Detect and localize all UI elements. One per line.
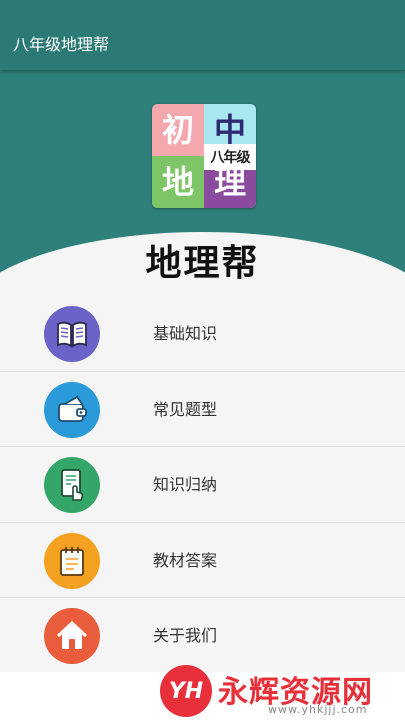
wallet-icon: [44, 381, 100, 438]
watermark-url: www.yhkjjj.com: [268, 703, 368, 716]
menu-label: 关于我们: [153, 626, 218, 645]
menu-item-summary[interactable]: 知识归纳: [0, 447, 405, 523]
logo-char-1: 初: [152, 104, 204, 156]
menu-item-question-types[interactable]: 常见题型: [0, 371, 405, 447]
logo-char-3: 地: [152, 156, 204, 208]
menu-item-answers[interactable]: 教材答案: [0, 522, 405, 598]
menu-label: 基础知识: [153, 324, 218, 343]
logo-grade: 八年级: [204, 144, 256, 170]
menu-label: 教材答案: [153, 550, 218, 570]
book-icon: [44, 306, 100, 362]
home-icon: [44, 608, 100, 664]
tap-document-icon: [44, 457, 100, 513]
watermark: YH 永辉资源网 www.yhkjjj.com: [160, 665, 400, 717]
menu-item-basics[interactable]: 基础知识: [0, 296, 405, 372]
main-menu: 基础知识 常见题型 知识归纳 教材答案 关于我们: [0, 296, 405, 674]
app-bar: 八年级地理帮: [0, 0, 405, 70]
notepad-icon: [44, 532, 100, 589]
header-banner: 初 中 地 理 八年级 地理帮: [0, 70, 405, 296]
app-logo: 初 中 地 理 八年级: [152, 104, 256, 208]
watermark-badge: YH: [160, 665, 212, 717]
menu-item-about[interactable]: 关于我们: [0, 598, 405, 674]
menu-label: 常见题型: [153, 399, 218, 419]
app-title: 八年级地理帮: [13, 35, 110, 54]
brand-title: 地理帮: [145, 243, 260, 284]
menu-label: 知识归纳: [153, 475, 218, 494]
